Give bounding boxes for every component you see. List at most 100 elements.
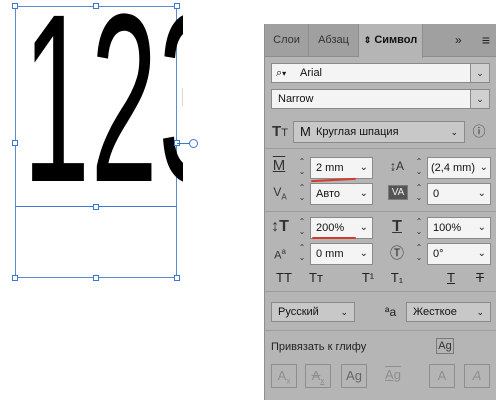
baseline-shift-field[interactable]: 0 mm ⌄ — [310, 243, 373, 265]
chevron-down-icon[interactable]: ⌄ — [478, 244, 486, 264]
chevron-down-icon[interactable]: ⌄ — [360, 218, 368, 238]
snap-em-box-button[interactable]: Ag — [341, 364, 367, 388]
handle-bottom-right[interactable] — [174, 275, 180, 281]
horizontal-scale-icon: T — [392, 218, 402, 235]
leading-value: (2,4 mm) — [431, 162, 475, 174]
baseline-shift-stepper[interactable]: ⌃ ⌄ — [297, 243, 307, 265]
handle-top-left[interactable] — [12, 3, 18, 9]
language-value: Русский — [278, 306, 319, 318]
horizontal-scale-stepper[interactable]: ⌃ ⌄ — [414, 217, 424, 239]
vertical-scale-value: 200% — [316, 222, 345, 234]
hamburger-menu-icon[interactable]: ≡ — [477, 24, 495, 57]
panel-tabs: Слои Абзац ⇕ Символ » ≡ — [265, 24, 496, 58]
vertical-scale-field[interactable]: 200% ⌄ — [310, 217, 373, 239]
kerning-stepper[interactable]: ⌃ ⌄ — [297, 183, 307, 205]
chevron-down-icon: ⌄ — [340, 307, 348, 317]
glyph-width-value: Круглая шпация — [316, 126, 399, 138]
antialias-select[interactable]: Жесткое ⌄ — [406, 302, 491, 322]
handle-bottom-left[interactable] — [12, 275, 18, 281]
antialias-icon: ªa — [385, 305, 397, 319]
kerning-icon: VA — [273, 185, 287, 202]
handle-top-mid[interactable] — [93, 3, 99, 9]
baseline-shift-value: 0 mm — [316, 248, 344, 260]
leading-icon: ↨A — [389, 159, 404, 173]
snap-cap-height-button[interactable]: Ag — [380, 364, 406, 388]
vertical-scale-stepper[interactable]: ⌃ ⌄ — [297, 217, 307, 239]
chevron-down-icon: ⌄ — [450, 127, 458, 137]
tracking-value: 0 — [433, 188, 440, 200]
chevron-down-icon[interactable]: ⌄ — [360, 184, 368, 204]
tracking-icon: VA — [388, 185, 408, 200]
snap-glyph-bounds-button[interactable]: A — [429, 364, 455, 388]
tab-character-label: Символ — [374, 34, 418, 46]
section-divider — [265, 211, 496, 212]
handle-bottom-mid[interactable] — [93, 275, 99, 281]
font-style-dropdown[interactable]: ⌄ — [470, 89, 490, 109]
chevron-down-icon[interactable]: ⌄ — [480, 158, 488, 178]
handle-top-right[interactable] — [174, 3, 180, 9]
antialias-value: Жесткое — [413, 306, 457, 318]
snap-glyph-icon[interactable]: Ag — [436, 338, 454, 354]
baseline-shift-icon: Aa — [274, 247, 286, 262]
leading-stepper[interactable]: ⌃ ⌄ — [414, 157, 424, 179]
rotation-icon: Ⓣ — [390, 245, 404, 261]
section-divider — [265, 148, 496, 149]
kerning-field[interactable]: Авто ⌄ — [310, 183, 373, 205]
font-size-glyph-icon: TT — [272, 123, 288, 140]
chevron-down-icon[interactable]: ⌄ — [360, 158, 368, 178]
font-style-value: Narrow — [278, 93, 314, 105]
vertical-scale-icon: ↕T — [271, 218, 289, 235]
rotate-handle[interactable] — [189, 139, 198, 148]
handle-mid-left[interactable] — [12, 140, 18, 146]
font-size-stepper[interactable]: ⌃ ⌄ — [297, 157, 307, 179]
vertical-scale-annotation — [312, 237, 356, 239]
kerning-value: Авто — [316, 188, 340, 200]
font-size-value: 2 mm — [316, 162, 344, 174]
tab-paragraph[interactable]: Абзац — [309, 24, 359, 57]
font-family-dropdown[interactable]: ⌄ — [470, 63, 490, 83]
rotation-field[interactable]: 0° ⌄ — [427, 243, 491, 265]
chevron-down-icon[interactable]: ⌄ — [478, 218, 486, 238]
leading-field[interactable]: (2,4 mm) ⌄ — [427, 157, 491, 179]
chevron-down-icon: ⌄ — [476, 307, 484, 317]
snap-baseline-button[interactable]: Ax — [271, 364, 297, 388]
tab-reorder-icon: ⇕ — [363, 35, 372, 45]
small-caps-button[interactable]: Tт — [305, 270, 327, 286]
tab-layers[interactable]: Слои — [265, 24, 309, 57]
strikethrough-button[interactable]: T — [469, 270, 491, 286]
help-icon[interactable]: ⓘ — [469, 122, 489, 142]
snap-to-glyph-label: Привязать к глифу — [271, 341, 367, 353]
snap-x-height-button[interactable]: Ax — [305, 364, 331, 388]
rotation-stepper[interactable]: ⌃ ⌄ — [414, 243, 424, 265]
tab-character[interactable]: ⇕ Символ — [359, 24, 423, 58]
font-size-field[interactable]: 2 mm ⌄ — [310, 157, 373, 179]
character-panel: Слои Абзац ⇕ Символ » ≡ ⌕▾ Arial ⌄ Narro… — [264, 24, 496, 400]
underline-button[interactable]: T — [440, 270, 462, 286]
section-divider — [265, 330, 496, 331]
superscript-button[interactable]: T¹ — [357, 270, 379, 286]
horizontal-scale-value: 100% — [433, 222, 462, 234]
language-select[interactable]: Русский ⌄ — [271, 302, 355, 322]
tracking-stepper[interactable]: ⌃ ⌄ — [414, 183, 424, 205]
double-chevron-right-icon[interactable]: » — [455, 24, 462, 57]
chevron-down-icon[interactable]: ⌄ — [360, 244, 368, 264]
glyph-width-icon: M — [300, 124, 311, 139]
font-family-field[interactable]: ⌕▾ Arial — [271, 63, 490, 83]
canvas-text-content: 123 — [23, 0, 183, 226]
rotation-value: 0° — [433, 248, 444, 260]
font-style-select[interactable]: Narrow — [271, 89, 490, 109]
font-family-value: Arial — [300, 67, 323, 79]
font-size-icon: M — [272, 157, 286, 174]
search-icon: ⌕▾ — [276, 67, 287, 79]
canvas-text[interactable]: 123 — [13, 0, 183, 226]
artboard[interactable]: 123 — [0, 0, 262, 400]
tracking-field[interactable]: 0 ⌄ — [427, 183, 491, 205]
handle-baseline[interactable] — [93, 204, 99, 210]
section-divider — [265, 291, 496, 292]
snap-proximity-button[interactable]: A — [464, 364, 490, 388]
horizontal-scale-field[interactable]: 100% ⌄ — [427, 217, 491, 239]
all-caps-button[interactable]: TT — [273, 270, 295, 286]
subscript-button[interactable]: T₁ — [386, 270, 408, 286]
glyph-width-select[interactable]: M Круглая шпация ⌄ — [293, 121, 465, 143]
chevron-down-icon[interactable]: ⌄ — [478, 184, 486, 204]
